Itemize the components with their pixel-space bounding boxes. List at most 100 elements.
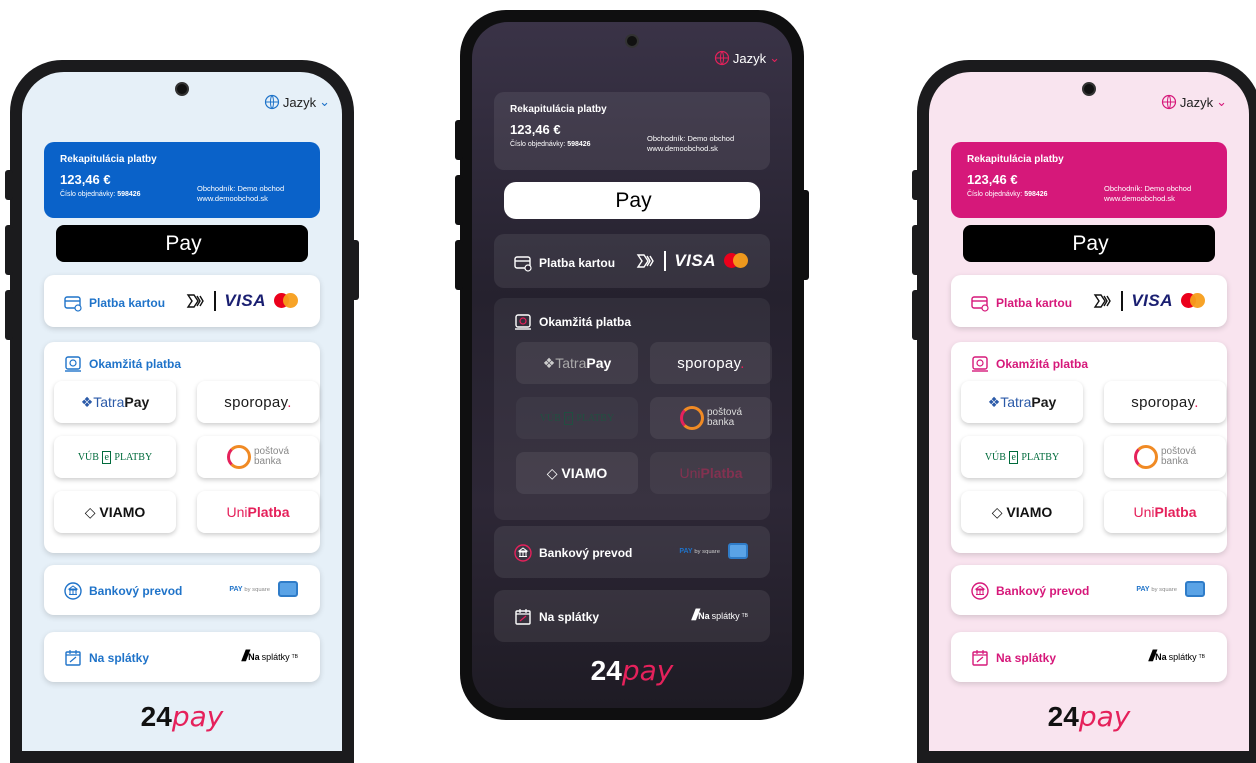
installments-label: Na splátky (539, 610, 600, 624)
method-installments[interactable]: Na splátky ///Na splátky TB (951, 632, 1227, 682)
calendar-percent-icon (515, 609, 531, 625)
payment-summary: Rekapitulácia platby 123,46 € Číslo obje… (494, 92, 770, 170)
bank-tatrapay[interactable]: ❖TatraPay (516, 342, 638, 384)
payment-summary: Rekapitulácia platby 123,46 € Číslo obje… (951, 142, 1227, 218)
screen-dark: Jazyk ⌄ Rekapitulácia platby 123,46 € Čí… (472, 22, 792, 708)
visa-logo: VISA (224, 291, 266, 310)
apple-pay-button[interactable]: Pay (963, 225, 1215, 262)
method-instant-payment: Okamžitá platba ❖TatraPay sporopay. VÚB … (44, 342, 320, 553)
brand-logo-24pay: 24pay (140, 700, 224, 733)
visa-logo: VISA (674, 251, 716, 270)
visa-logo: VISA (1131, 291, 1173, 310)
language-selector[interactable]: Jazyk ⌄ (1161, 94, 1227, 110)
brand-logo-24pay: 24pay (590, 654, 674, 687)
chevron-down-icon: ⌄ (319, 94, 330, 109)
phone-blue: Jazyk ⌄ Rekapitulácia platby 123,46 € Čí… (5, 60, 359, 763)
method-bank-transfer[interactable]: Bankový prevod PAY by square (494, 526, 770, 578)
bank-viamo[interactable]: ◇ VIAMO (54, 491, 176, 533)
method-installments[interactable]: Na splátky ///Na splátky TB (494, 590, 770, 642)
language-label: Jazyk (732, 50, 767, 66)
instant-payment-label: Okamžitá platba (89, 357, 182, 371)
bank-tatrapay[interactable]: ❖TatraPay (54, 381, 176, 423)
bank-sporopay[interactable]: sporopay. (1104, 381, 1226, 423)
chevron-down-icon: ⌄ (769, 50, 780, 65)
credit-card-icon (64, 296, 82, 312)
payment-summary: Rekapitulácia platby 123,46 € Číslo obje… (44, 142, 320, 218)
card-mini-icon (1185, 581, 1205, 597)
bank-tatrapay[interactable]: ❖TatraPay (961, 381, 1083, 423)
postova-ring-icon (679, 406, 704, 430)
bank-screen-icon (972, 356, 988, 372)
bank-postova[interactable]: poštová banka (1104, 436, 1226, 478)
instant-payment-label: Okamžitá platba (996, 357, 1089, 371)
merchant-info: Obchodník: Demo obchod www.demoobchod.sk (647, 134, 735, 153)
method-instant-payment: Okamžitá platba ❖TatraPay sporopay. VÚB … (494, 298, 772, 520)
phone-dark: Jazyk ⌄ Rekapitulácia platby 123,46 € Čí… (455, 10, 809, 720)
apple-pay-button[interactable]: Pay (56, 225, 308, 262)
method-card-payment[interactable]: Platba kartou VISA (951, 275, 1227, 327)
card-mini-icon (728, 543, 748, 559)
bank-transfer-label: Bankový prevod (996, 584, 1090, 598)
brand-logo-24pay: 24pay (1047, 700, 1131, 733)
method-card-payment[interactable]: Platba kartou VISA (44, 275, 320, 327)
method-bank-transfer[interactable]: Bankový prevod PAY by square (44, 565, 320, 615)
language-label: Jazyk (1179, 94, 1214, 110)
globe-icon (1161, 94, 1176, 110)
calendar-percent-icon (972, 650, 988, 666)
credit-card-icon (514, 256, 532, 272)
apple-pay-button[interactable]: Pay (504, 182, 760, 219)
contactless-icon (1094, 294, 1112, 308)
nasplatky-logo: ///Na splátky TB (1148, 648, 1205, 665)
method-bank-transfer[interactable]: Bankový prevod PAY by square (951, 565, 1227, 615)
merchant-info: Obchodník: Demo obchod www.demoobchod.sk (197, 184, 285, 203)
chevron-down-icon: ⌄ (1216, 94, 1227, 109)
bank-vub[interactable]: VÚB e PLATBY (516, 397, 638, 439)
language-label: Jazyk (282, 94, 317, 110)
bank-vub[interactable]: VÚB e PLATBY (54, 436, 176, 478)
bank-uniplatba[interactable]: UniPlatba (650, 452, 772, 494)
card-mini-icon (278, 581, 298, 597)
bank-sporopay[interactable]: sporopay. (650, 342, 772, 384)
method-card-payment[interactable]: Platba kartou VISA (494, 234, 770, 288)
bank-icon (971, 582, 989, 600)
summary-title: Rekapitulácia platby (510, 104, 607, 115)
bank-transfer-label: Bankový prevod (89, 584, 183, 598)
card-payment-label: Platba kartou (89, 296, 166, 310)
screen-pink: Jazyk ⌄ Rekapitulácia platby 123,46 € Čí… (929, 72, 1249, 751)
merchant-info: Obchodník: Demo obchod www.demoobchod.sk (1104, 184, 1192, 203)
bank-screen-icon (65, 356, 81, 372)
front-camera (625, 34, 639, 48)
bank-postova[interactable]: poštová banka (650, 397, 772, 439)
card-payment-label: Platba kartou (539, 256, 616, 270)
front-camera (175, 82, 189, 96)
bank-postova[interactable]: poštová banka (197, 436, 319, 478)
language-selector[interactable]: Jazyk ⌄ (264, 94, 330, 110)
bank-icon (64, 582, 82, 600)
contactless-icon (637, 254, 655, 268)
language-selector[interactable]: Jazyk ⌄ (714, 50, 780, 66)
bank-viamo[interactable]: ◇ VIAMO (961, 491, 1083, 533)
bank-transfer-label: Bankový prevod (539, 546, 633, 560)
bank-icon (514, 544, 532, 562)
bank-screen-icon (515, 314, 531, 330)
bank-vub[interactable]: VÚB e PLATBY (961, 436, 1083, 478)
mastercard-logo (1181, 293, 1205, 309)
pay-by-square-logo: PAY by square (679, 547, 720, 555)
nasplatky-logo: ///Na splátky TB (241, 648, 298, 665)
bank-sporopay[interactable]: sporopay. (197, 381, 319, 423)
card-payment-label: Platba kartou (996, 296, 1073, 310)
mastercard-logo (724, 253, 748, 269)
contactless-icon (187, 294, 205, 308)
mastercard-logo (274, 293, 298, 309)
bank-viamo[interactable]: ◇ VIAMO (516, 452, 638, 494)
postova-ring-icon (226, 445, 251, 469)
bank-uniplatba[interactable]: UniPlatba (197, 491, 319, 533)
installments-label: Na splátky (996, 651, 1057, 665)
installments-label: Na splátky (89, 651, 150, 665)
nasplatky-logo: ///Na splátky TB (691, 607, 748, 624)
method-installments[interactable]: Na splátky ///Na splátky TB (44, 632, 320, 682)
summary-title: Rekapitulácia platby (967, 154, 1064, 165)
method-instant-payment: Okamžitá platba ❖TatraPay sporopay. VÚB … (951, 342, 1227, 553)
bank-uniplatba[interactable]: UniPlatba (1104, 491, 1226, 533)
pay-by-square-logo: PAY by square (1136, 585, 1177, 593)
